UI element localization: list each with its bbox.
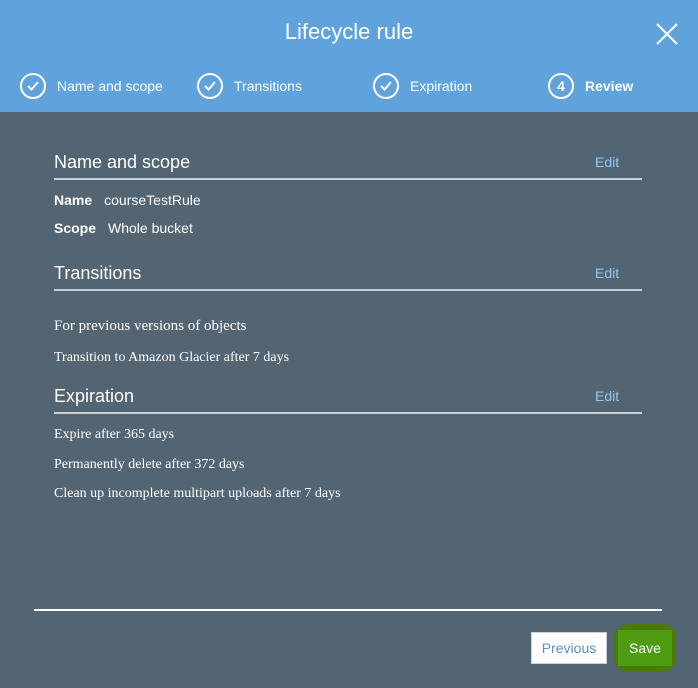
step-transitions[interactable]: Transitions xyxy=(197,72,302,100)
permanently-delete-text: Permanently delete after 372 days xyxy=(54,457,245,472)
previous-button[interactable]: Previous xyxy=(531,632,607,664)
section-divider xyxy=(54,289,642,291)
dialog-header: Lifecycle rule Name and scope Transition… xyxy=(0,0,698,112)
close-icon[interactable] xyxy=(655,22,679,46)
step-label: Transitions xyxy=(234,78,302,94)
cleanup-multipart-text: Clean up incomplete multipart uploads af… xyxy=(54,486,341,501)
step-number: 4 xyxy=(557,78,565,94)
checkmark-icon xyxy=(20,73,46,99)
name-row: Name courseTestRule xyxy=(54,192,201,208)
section-divider xyxy=(54,412,642,414)
step-expiration[interactable]: Expiration xyxy=(373,72,472,100)
dialog-title: Lifecycle rule xyxy=(284,19,414,44)
checkmark-icon xyxy=(197,73,223,99)
step-label: Review xyxy=(585,78,634,94)
section-title-transitions: Transitions xyxy=(54,263,142,283)
scope-row: Scope Whole bucket xyxy=(54,220,193,236)
step-number-badge: 4 xyxy=(548,73,574,99)
edit-name-and-scope-link[interactable]: Edit xyxy=(595,154,619,170)
section-title-name-and-scope: Name and scope xyxy=(54,152,191,172)
name-value: courseTestRule xyxy=(104,192,201,208)
footer-divider xyxy=(34,609,662,611)
scope-value: Whole bucket xyxy=(108,220,193,236)
name-key: Name xyxy=(54,192,93,208)
step-name-and-scope[interactable]: Name and scope xyxy=(20,72,163,100)
checkmark-icon xyxy=(373,73,399,99)
expire-text: Expire after 365 days xyxy=(54,427,175,442)
section-divider xyxy=(54,178,642,180)
section-title-expiration: Expiration xyxy=(54,386,135,406)
save-button[interactable]: Save xyxy=(618,630,672,666)
edit-expiration-link[interactable]: Edit xyxy=(595,388,619,404)
scope-key: Scope xyxy=(54,220,97,236)
transitions-subheading: For previous versions of objects xyxy=(54,318,247,334)
step-review: 4 Review xyxy=(548,72,633,100)
edit-transitions-link[interactable]: Edit xyxy=(595,265,619,281)
step-label: Name and scope xyxy=(57,78,163,94)
step-label: Expiration xyxy=(410,78,473,94)
transition-rule-text: Transition to Amazon Glacier after 7 day… xyxy=(54,350,290,365)
